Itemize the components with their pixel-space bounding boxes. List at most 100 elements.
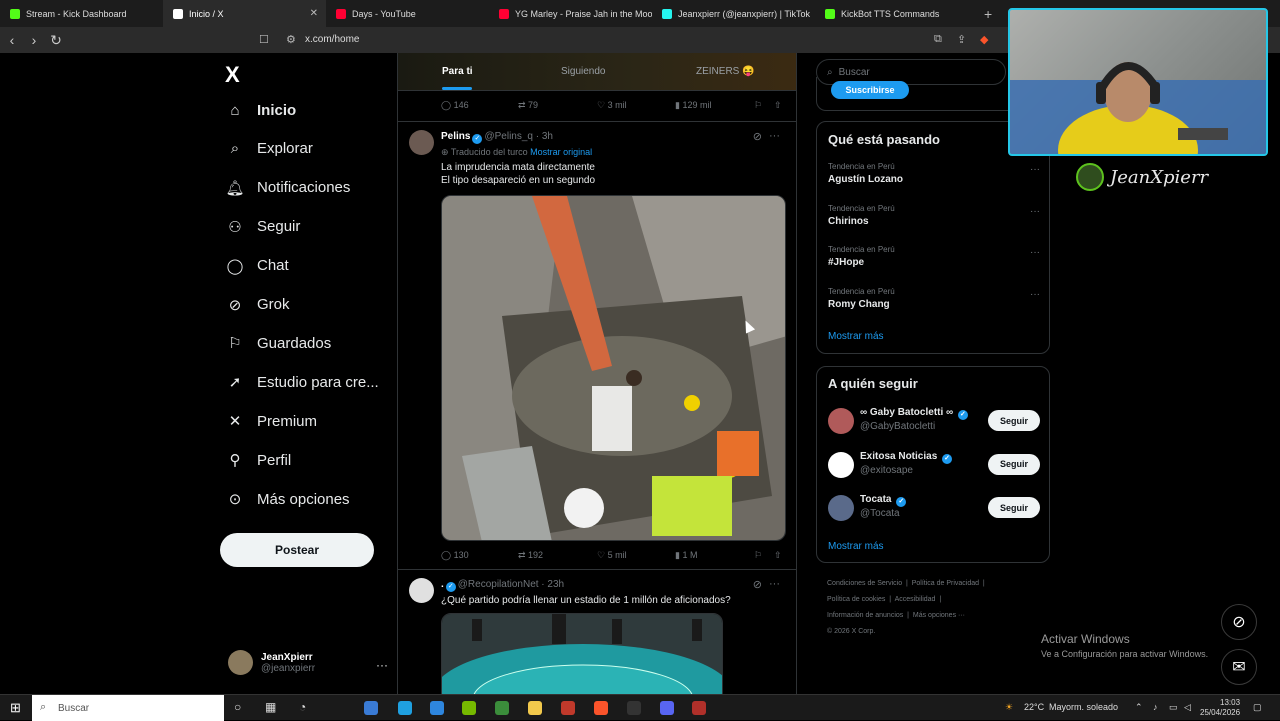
mail-icon[interactable] (430, 701, 444, 715)
follow-name[interactable]: Exitosa Noticias ✓ (860, 451, 954, 464)
subscribe-button[interactable]: Suscribirse (831, 81, 909, 99)
show-more-trends-link[interactable]: Mostrar más (828, 331, 884, 342)
avatar[interactable] (828, 495, 854, 521)
site-info-icon[interactable]: ⚙ (286, 33, 296, 46)
search-input[interactable]: Buscar (839, 67, 870, 78)
show-original-link[interactable]: Mostrar original (530, 147, 592, 157)
share-icon[interactable]: ⇧ (774, 550, 782, 561)
brave-icon[interactable] (594, 701, 608, 715)
more-icon[interactable]: ··· (1030, 289, 1040, 300)
views-button[interactable]: ▮ 1 M (675, 550, 697, 561)
more-icon[interactable]: ··· (769, 578, 780, 590)
share-icon[interactable]: ⇪ (957, 33, 966, 46)
bookmark-icon[interactable]: ☐ (259, 33, 269, 46)
follow-name[interactable]: Tocata ✓ (860, 494, 908, 507)
tab-siguiendo[interactable]: Siguiendo (561, 66, 605, 77)
notifications-icon[interactable]: ▢ (1253, 702, 1262, 713)
nav-item-chat[interactable]: ◯ Chat (226, 257, 289, 275)
trend-item[interactable]: Tendencia en Perú Agustín Lozano ··· (828, 162, 1040, 185)
speed-icon[interactable]: ◔ (299, 700, 306, 714)
tweet-author-handle[interactable]: @Pelins_q (484, 131, 533, 142)
nav-item-perfil[interactable]: ⚲ Perfil (226, 451, 292, 470)
forward-icon[interactable]: › (24, 32, 44, 48)
weather-temp[interactable]: 22°C (1024, 702, 1044, 712)
tweet-time[interactable]: 3h (542, 131, 553, 142)
more-options-link[interactable]: Más opciones ··· (913, 612, 965, 619)
more-icon[interactable]: ··· (376, 658, 388, 672)
tweet-image[interactable] (441, 613, 723, 694)
nav-item-seguir[interactable]: ⚇ Seguir (226, 218, 300, 236)
share-icon[interactable]: ⇧ (774, 100, 782, 111)
trend-item[interactable]: Tendencia en Perú #JHope ··· (828, 245, 1040, 268)
terms-link[interactable]: Condiciones de Servicio (827, 580, 902, 587)
microphone-icon[interactable]: ♪ (1153, 702, 1158, 712)
avatar[interactable] (409, 578, 434, 603)
app-icon[interactable] (692, 701, 706, 715)
nav-item-guardados[interactable]: ⚐ Guardados (226, 334, 331, 353)
avatar[interactable] (409, 130, 434, 155)
tweet-author-handle[interactable]: @RecopilationNet (458, 579, 539, 590)
nav-item-más-opciones[interactable]: ⊙ Más opciones (226, 490, 350, 509)
tweet-author-name[interactable]: . (441, 579, 444, 590)
repost-button[interactable]: ⇄ 79 (518, 100, 538, 111)
avatar[interactable] (828, 451, 854, 478)
follow-button[interactable]: Seguir (988, 453, 1040, 475)
like-button[interactable]: ♡ 3 mil (597, 100, 627, 111)
x-logo[interactable]: X (225, 62, 240, 88)
more-icon[interactable]: ··· (1030, 206, 1040, 217)
discord-icon[interactable] (660, 701, 674, 715)
new-tab-button[interactable]: + (984, 6, 992, 22)
cortana-icon[interactable]: ○ (234, 700, 241, 714)
spreadsheet-icon[interactable] (495, 701, 509, 715)
nav-item-grok[interactable]: ⊘ Grok (226, 296, 290, 314)
folder-icon[interactable] (528, 701, 542, 715)
network-icon[interactable]: ▭ (1169, 702, 1178, 713)
avatar[interactable] (828, 408, 854, 434)
reload-icon[interactable]: ↻ (46, 32, 66, 49)
obs-icon[interactable] (627, 701, 641, 715)
trend-item[interactable]: Tendencia en Perú Romy Chang ··· (828, 287, 1040, 310)
grok-float-button[interactable]: ⊘ (1221, 604, 1257, 640)
browser-tab[interactable]: Jeanxpierr (@jeanxpierr) | TikTok (652, 0, 815, 27)
privacy-link[interactable]: Política de Privacidad (912, 580, 979, 587)
reply-button[interactable]: ◯ 146 (441, 100, 469, 111)
brave-shield-icon[interactable]: ◆ (980, 33, 988, 46)
grok-icon[interactable]: ⊘ (753, 130, 762, 143)
cookies-link[interactable]: Política de cookies (827, 596, 885, 603)
weather-text[interactable]: Mayorm. soleado (1049, 702, 1118, 712)
open-external-icon[interactable]: ⧉ (934, 33, 942, 46)
browser-tab[interactable]: Inicio / X ✕ (163, 0, 326, 27)
like-button[interactable]: ♡ 5 mil (597, 550, 627, 561)
trend-item[interactable]: Tendencia en Perú Chirinos ··· (828, 204, 1040, 227)
taskbar-search[interactable]: ⌕ Buscar (32, 695, 224, 721)
bookmark-icon[interactable]: ⚐ (754, 100, 762, 111)
windows-start-icon[interactable]: ⊞ (10, 700, 21, 716)
app-icon[interactable] (561, 701, 575, 715)
follow-button[interactable]: Seguir (988, 410, 1040, 431)
tab-zeiners[interactable]: ZEINERS 😝 (696, 66, 755, 77)
tray-expand-icon[interactable]: ⌃ (1135, 702, 1143, 713)
tweet-video[interactable] (441, 195, 786, 541)
follow-suggestion[interactable]: ∞ Gaby Batocletti ∞ ✓ @GabyBatocletti Segu… (828, 407, 1040, 437)
accessibility-link[interactable]: Accesibilidad (895, 596, 936, 603)
tweet-time[interactable]: 23h (547, 579, 564, 590)
messages-float-button[interactable]: ✉ (1221, 649, 1257, 685)
nav-item-premium[interactable]: ✕ Premium (226, 412, 317, 431)
show-more-follow-link[interactable]: Mostrar más (828, 541, 884, 552)
edge-icon[interactable] (398, 701, 412, 715)
follow-suggestion[interactable]: Tocata ✓ @Tocata Seguir (828, 494, 1040, 524)
follow-name[interactable]: ∞ Gaby Batocletti ∞ ✓ (860, 407, 970, 420)
nav-item-estudio-para-cre[interactable]: ➚ Estudio para cre... (226, 373, 379, 392)
browser-tab[interactable]: YG Marley - Praise Jah in the Moonlig (489, 0, 652, 27)
close-tab-icon[interactable]: ✕ (310, 8, 318, 19)
volume-icon[interactable]: ◁ (1184, 702, 1191, 713)
weather-icon[interactable]: ☀ (1005, 702, 1013, 713)
browser-tab[interactable]: KickBot TTS Commands (815, 0, 978, 27)
nav-item-explorar[interactable]: ⌕ Explorar (226, 140, 313, 158)
repost-button[interactable]: ⇄ 192 (518, 550, 543, 561)
account-switcher[interactable]: JeanXpierr @jeanxpierr ··· (228, 650, 388, 675)
follow-suggestion[interactable]: Exitosa Noticias ✓ @exitosape Seguir (828, 451, 1040, 481)
grok-icon[interactable]: ⊘ (753, 578, 762, 591)
bookmark-icon[interactable]: ⚐ (754, 550, 762, 561)
task-view-icon[interactable]: ▦ (265, 700, 276, 714)
